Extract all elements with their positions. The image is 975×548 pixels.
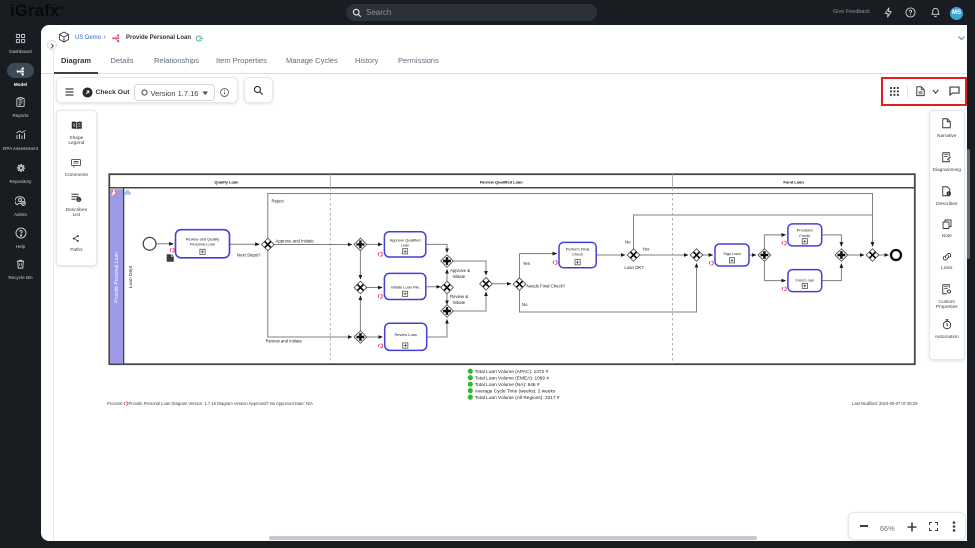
svg-text:Fund Loan: Fund Loan bbox=[783, 179, 804, 184]
svg-text:Sign Loan: Sign Loan bbox=[723, 251, 741, 256]
svg-text:Loan: Loan bbox=[401, 242, 410, 247]
svg-text:Loan Dept: Loan Dept bbox=[128, 265, 134, 288]
svg-text:Provide Personal Loan Diagram: Provide Personal Loan Diagram Version: 1… bbox=[129, 401, 314, 406]
svg-text:Total Loan Volume (All Regions: Total Loan Volume (All Regions): 3317 # bbox=[475, 395, 560, 401]
svg-text:Approve &: Approve & bbox=[450, 268, 470, 273]
svg-text:Needs Final Check?: Needs Final Check? bbox=[527, 283, 566, 288]
svg-text:Initiate: Initiate bbox=[453, 300, 466, 305]
svg-text:Fund Loan: Fund Loan bbox=[795, 277, 814, 282]
svg-text:Qualify Loan: Qualify Loan bbox=[214, 179, 239, 184]
svg-text:Review Qualified Loan: Review Qualified Loan bbox=[480, 179, 523, 184]
svg-text:Initiate Loan File: Initiate Loan File bbox=[391, 284, 420, 289]
svg-text:Reject: Reject bbox=[272, 199, 285, 204]
svg-text:Review &: Review & bbox=[450, 294, 468, 299]
svg-text:Total Loan Volume (NA): 846 #: Total Loan Volume (NA): 846 # bbox=[475, 382, 540, 388]
svg-text:Funds: Funds bbox=[799, 233, 810, 238]
svg-text:Loan OK?: Loan OK? bbox=[624, 265, 644, 270]
svg-text:Review Loan: Review Loan bbox=[394, 332, 417, 337]
svg-text:Review and Initiate: Review and Initiate bbox=[266, 339, 303, 344]
svg-text:No: No bbox=[522, 302, 528, 307]
svg-text:Initiate: Initiate bbox=[453, 274, 466, 279]
svg-text:Check: Check bbox=[572, 252, 583, 257]
svg-text:Total Loan Volume (APAC): 1372: Total Loan Volume (APAC): 1372 # bbox=[475, 369, 549, 375]
svg-text:Yes: Yes bbox=[523, 261, 530, 266]
svg-text:Provide Personal Loan: Provide Personal Loan bbox=[114, 252, 120, 303]
svg-text:Total Loan Volume (EMEA): 1099: Total Loan Volume (EMEA): 1099 # bbox=[475, 375, 550, 381]
svg-text:Average Cycle Time (weeks): 2: Average Cycle Time (weeks): 2 weeks bbox=[475, 388, 556, 394]
svg-text:No: No bbox=[625, 239, 631, 244]
svg-text:Next Steps?: Next Steps? bbox=[237, 253, 261, 258]
svg-text:Personal Loan: Personal Loan bbox=[190, 242, 215, 247]
svg-text:Process:: Process: bbox=[107, 401, 123, 406]
svg-text:Yes: Yes bbox=[642, 247, 649, 252]
svg-text:Last Modified: 2024-05-07 07:2: Last Modified: 2024-05-07 07:26:29 bbox=[852, 401, 918, 406]
svg-text:Approve and Initiate: Approve and Initiate bbox=[276, 239, 315, 244]
